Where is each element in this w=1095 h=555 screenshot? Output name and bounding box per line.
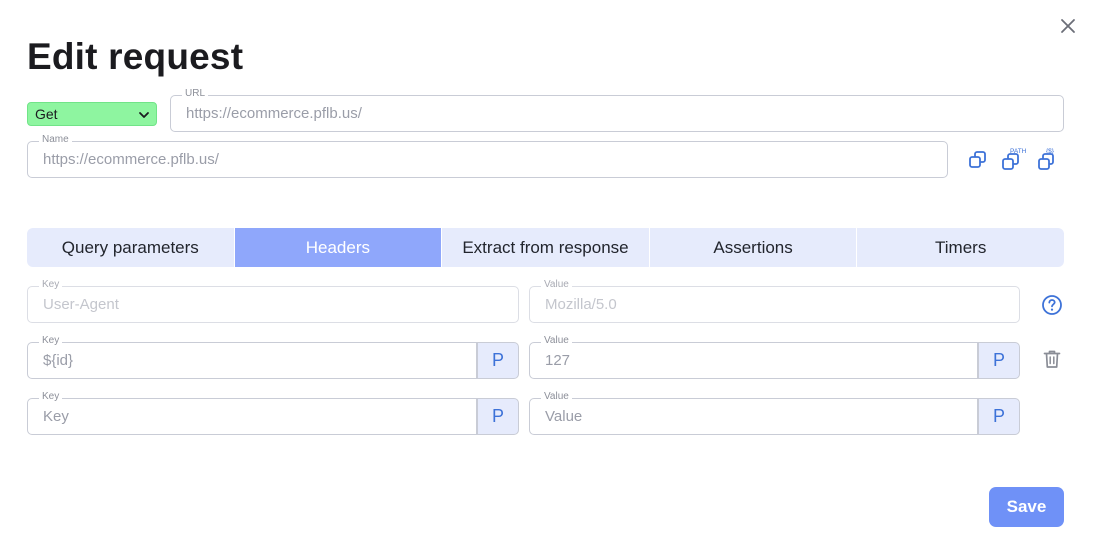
help-icon [1042,295,1062,315]
header-value-value: 127 [545,352,571,369]
tab-extract-from-response[interactable]: Extract from response [442,228,650,267]
path-badge: PATH [1010,148,1027,155]
tab-timers[interactable]: Timers [857,228,1064,267]
close-button[interactable] [1058,16,1078,36]
copy-path-icon: PATH [1002,148,1027,170]
variable-badge: {$} [1046,148,1055,155]
tab-assertions[interactable]: Assertions [650,228,858,267]
copy-button[interactable] [967,149,989,171]
header-value-field[interactable]: Value Value [529,391,978,435]
copy-variable-icon: {$} [1038,148,1055,170]
tab-headers[interactable]: Headers [234,228,443,267]
save-button[interactable]: Save [989,487,1064,527]
tab-query-parameters[interactable]: Query parameters [27,228,235,267]
header-key-value: User-Agent [43,296,119,313]
value-parameter-button[interactable]: P [978,398,1020,435]
copy-variable-button[interactable]: {$} [1036,148,1058,171]
header-key-placeholder: Key [43,408,69,425]
key-parameter-button[interactable]: P [477,398,519,435]
header-key-value: ${id} [43,352,74,369]
key-parameter-button[interactable]: P [477,342,519,379]
copy-icon [969,151,986,168]
value-parameter-button[interactable]: P [978,342,1020,379]
header-value-placeholder: Value [545,408,583,425]
name-field[interactable]: Name https://ecommerce.pflb.us/ [27,134,948,178]
header-value-field[interactable]: Value 127 [529,335,978,379]
method-value: Get [35,106,58,122]
help-button[interactable] [1041,294,1063,316]
header-key-field: Key User-Agent [27,279,519,323]
trash-icon [1043,350,1061,368]
copy-path-button[interactable]: PATH [1000,148,1027,171]
header-key-field[interactable]: Key Key [27,391,477,435]
delete-header-button[interactable] [1041,348,1063,370]
method-select[interactable]: Get [27,102,157,126]
header-value-value: Mozilla/5.0 [545,296,617,313]
header-value-field: Value Mozilla/5.0 [529,279,1020,323]
name-value: https://ecommerce.pflb.us/ [43,151,219,168]
request-tabs: Query parameters Headers Extract from re… [27,228,1064,267]
dialog-title: Edit request [27,36,244,77]
chevron-down-icon [139,112,149,118]
header-key-field[interactable]: Key ${id} [27,335,477,379]
close-icon [1061,19,1075,33]
url-field[interactable]: URL https://ecommerce.pflb.us/ [170,88,1064,132]
url-value: https://ecommerce.pflb.us/ [186,105,362,122]
